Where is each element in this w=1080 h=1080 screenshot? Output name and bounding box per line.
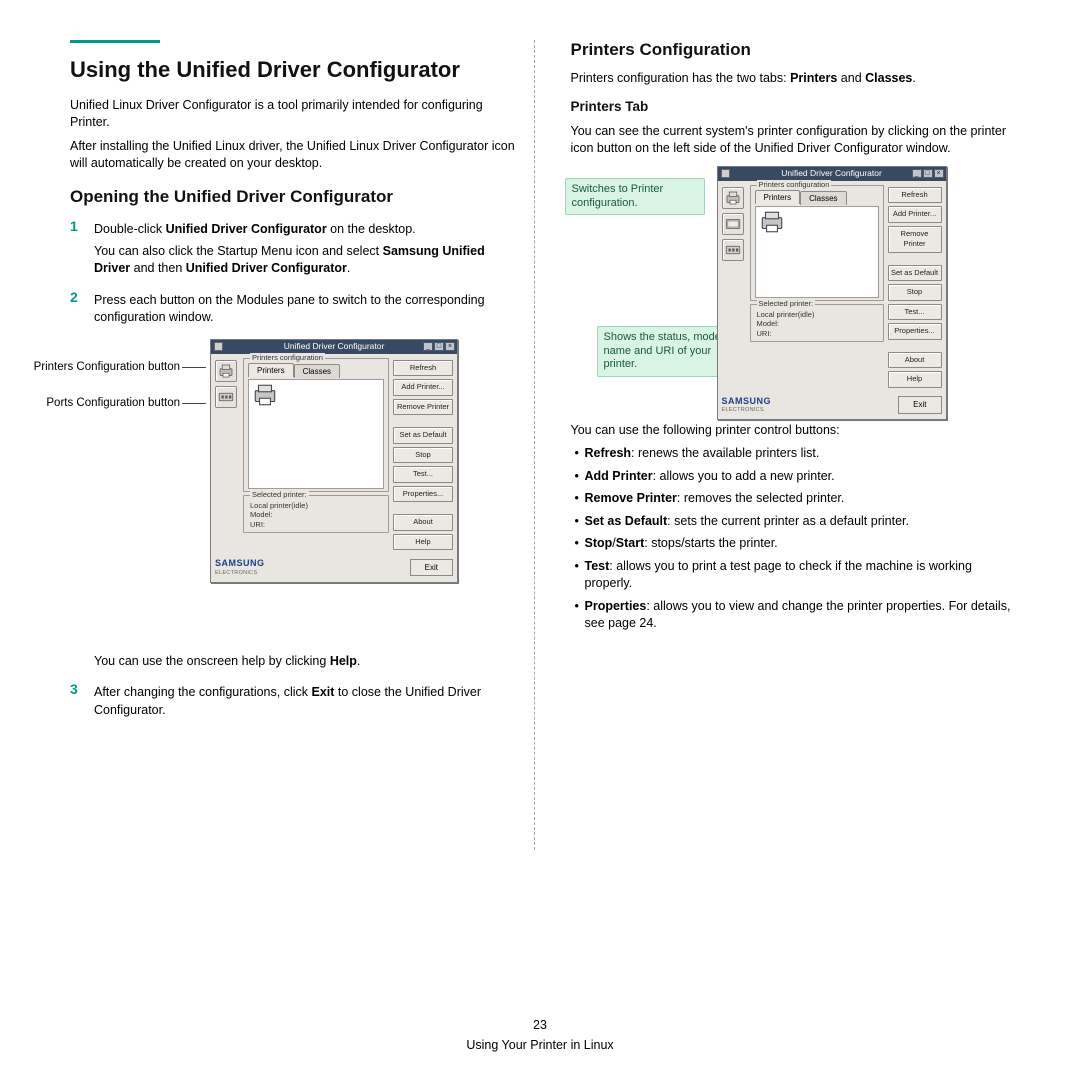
help-button[interactable]: Help <box>888 371 942 388</box>
list-item: Remove Printer: removes the selected pri… <box>575 490 1017 508</box>
help-button[interactable]: Help <box>393 534 453 551</box>
section-rule <box>70 40 160 43</box>
test-button[interactable]: Test... <box>393 466 453 483</box>
refresh-button[interactable]: Refresh <box>393 360 453 377</box>
module-printers-button[interactable] <box>215 360 237 382</box>
printers-config-intro: Printers configuration has the two tabs:… <box>571 70 1017 88</box>
printer-item-icon <box>251 382 279 408</box>
step-number: 2 <box>70 288 84 331</box>
about-button[interactable]: About <box>888 352 942 369</box>
exit-button[interactable]: Exit <box>410 559 453 576</box>
selected-printer-info: Local printer(idle) Model: URI: <box>755 309 879 339</box>
add-printer-button[interactable]: Add Printer... <box>393 379 453 396</box>
tab-printers[interactable]: Printers <box>248 363 294 377</box>
control-buttons-list: Refresh: renews the available printers l… <box>571 445 1017 633</box>
control-buttons-intro: You can use the following printer contro… <box>571 422 1017 440</box>
list-item: Refresh: renews the available printers l… <box>575 445 1017 463</box>
window-icon <box>214 342 223 351</box>
step-2-help-note: You can use the onscreen help by clickin… <box>94 653 516 671</box>
list-item: Properties: allows you to view and chang… <box>575 598 1017 633</box>
page-number: 23 <box>0 1017 1080 1035</box>
list-item: Stop/Start: stops/starts the printer. <box>575 535 1017 553</box>
brand-logo: SAMSUNG ELECTRONICS <box>722 395 772 415</box>
subheading-printers-tab: Printers Tab <box>571 98 1017 117</box>
list-item: Add Printer: allows you to add a new pri… <box>575 468 1017 486</box>
step-1-line-1: Double-click Unified Driver Configurator… <box>94 221 516 239</box>
module-ports-button[interactable] <box>722 239 744 261</box>
printer-item-icon <box>758 209 786 235</box>
set-default-button[interactable]: Set as Default <box>393 427 453 444</box>
intro-paragraph-1: Unified Linux Driver Configurator is a t… <box>70 97 516 132</box>
printers-list-pane[interactable] <box>248 379 384 489</box>
module-scanners-button[interactable] <box>722 213 744 235</box>
stop-button[interactable]: Stop <box>393 447 453 464</box>
step-1-line-2: You can also click the Startup Menu icon… <box>94 243 516 278</box>
close-icon[interactable]: × <box>445 342 455 351</box>
window-title: Unified Driver Configurator <box>284 341 385 353</box>
intro-paragraph-2: After installing the Unified Linux drive… <box>70 138 516 173</box>
subheading-opening: Opening the Unified Driver Configurator <box>70 187 516 207</box>
selected-printer-info: Local printer(idle) Model: URI: <box>248 500 384 530</box>
group-caption-selected: Selected printer: <box>250 490 309 501</box>
refresh-button[interactable]: Refresh <box>888 187 942 204</box>
opening-steps: 1 Double-click Unified Driver Configurat… <box>70 217 516 331</box>
maximize-icon[interactable]: □ <box>923 169 933 178</box>
screenshot-configurator-small: Unified Driver Configurator _ □ × <box>717 166 947 420</box>
list-item: Test: allows you to print a test page to… <box>575 558 1017 593</box>
printers-list-pane[interactable] <box>755 206 879 298</box>
module-ports-button[interactable] <box>215 386 237 408</box>
list-item: Set as Default: sets the current printer… <box>575 513 1017 531</box>
test-button[interactable]: Test... <box>888 304 942 321</box>
tab-classes[interactable]: Classes <box>294 364 340 378</box>
maximize-icon[interactable]: □ <box>434 342 444 351</box>
about-button[interactable]: About <box>393 514 453 531</box>
step-number: 3 <box>70 680 84 723</box>
minimize-icon[interactable]: _ <box>423 342 433 351</box>
step-number: 1 <box>70 217 84 282</box>
window-icon <box>721 169 730 178</box>
page-footer: 23 Using Your Printer in Linux <box>0 1017 1080 1054</box>
screenshot-configurator-large: Unified Driver Configurator _ □ × <box>210 339 458 583</box>
step-2-text: Press each button on the Modules pane to… <box>94 292 516 327</box>
subheading-printers-config: Printers Configuration <box>571 40 1017 60</box>
set-default-button[interactable]: Set as Default <box>888 265 942 282</box>
properties-button[interactable]: Properties... <box>393 486 453 503</box>
group-caption: Printers configuration <box>250 353 325 364</box>
tab-classes[interactable]: Classes <box>800 191 846 205</box>
annotation-ports-config: Ports Configuration button <box>0 395 180 411</box>
window-title: Unified Driver Configurator <box>781 168 882 180</box>
tab-printers[interactable]: Printers <box>755 190 801 204</box>
opening-steps-continued: . You can use the onscreen help by click… <box>70 649 516 724</box>
module-printers-button[interactable] <box>722 187 744 209</box>
remove-printer-button[interactable]: Remove Printer <box>888 226 942 253</box>
page-footer-text: Using Your Printer in Linux <box>466 1038 613 1052</box>
close-icon[interactable]: × <box>934 169 944 178</box>
section-heading: Using the Unified Driver Configurator <box>70 57 516 83</box>
exit-button[interactable]: Exit <box>898 396 941 413</box>
printers-tab-desc: You can see the current system's printer… <box>571 123 1017 158</box>
stop-button[interactable]: Stop <box>888 284 942 301</box>
brand-logo: SAMSUNG ELECTRONICS <box>215 557 265 577</box>
minimize-icon[interactable]: _ <box>912 169 922 178</box>
step-3-text: After changing the configurations, click… <box>94 684 516 719</box>
remove-printer-button[interactable]: Remove Printer <box>393 399 453 416</box>
annotation-printers-config: Printers Configuration button <box>0 359 180 375</box>
properties-button[interactable]: Properties... <box>888 323 942 340</box>
callout-switch-printer: Switches to Printer configuration. <box>565 178 705 216</box>
add-printer-button[interactable]: Add Printer... <box>888 206 942 223</box>
